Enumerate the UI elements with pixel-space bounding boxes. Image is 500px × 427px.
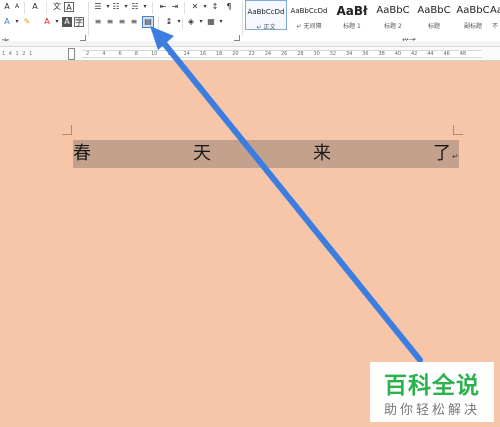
arrow-shaft: [160, 39, 423, 363]
watermark-subtitle: 助你轻松解决: [383, 403, 480, 418]
watermark-title: 百科全说: [384, 373, 480, 399]
watermark-logo: 百科全说 助你轻松解决: [370, 362, 494, 422]
